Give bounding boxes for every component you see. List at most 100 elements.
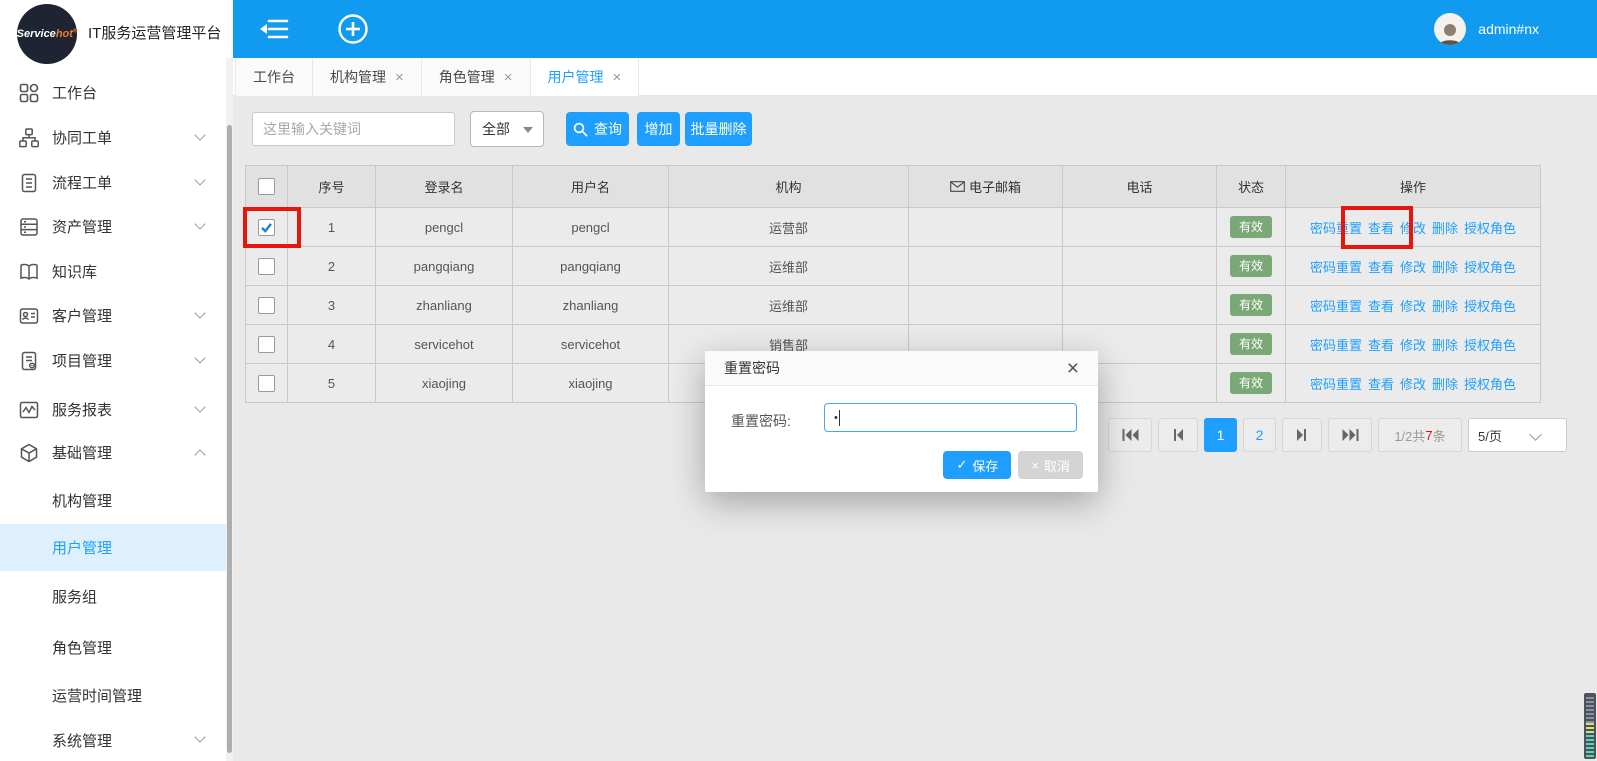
sidebar-item-operation-time[interactable]: 运营时间管理 [0,672,226,719]
sidebar-item-customer-management[interactable]: 客户管理 [0,293,226,338]
status-badge: 有效 [1230,294,1272,316]
cancel-button[interactable]: × 取消 [1018,451,1083,479]
query-button[interactable]: 查询 [566,112,629,146]
last-page-button[interactable] [1328,418,1372,452]
cell-username: zhanliang [513,286,669,325]
id-card-icon [19,306,39,326]
cell-seq: 4 [288,325,376,364]
row-checkbox[interactable] [258,336,275,353]
doc-gear-icon [19,351,39,371]
batch-delete-button[interactable]: 批量删除 [685,112,752,146]
reset-password-label: 重置密码: [731,411,791,431]
close-tab-icon[interactable]: × [613,70,622,85]
chevron-down-icon [194,401,205,412]
cube-icon [19,443,39,463]
row-checkbox[interactable] [258,375,275,392]
annotation-box-checkbox [243,207,301,248]
page-button-1[interactable]: 1 [1204,418,1237,452]
tab-user-management[interactable]: 用户管理 × [531,58,640,96]
chevron-up-icon [194,449,205,460]
reset-password-input[interactable]: • [824,403,1077,432]
app-title: IT服务运营管理平台 [88,22,221,43]
cell-phone [1063,286,1217,325]
sidebar-item-basic-management[interactable]: 基础管理 [0,430,226,475]
search-icon [573,122,588,137]
cell-username: pengcl [513,208,669,247]
prev-page-button[interactable] [1158,418,1198,452]
sidebar-scrollbar-thumb[interactable] [227,125,232,753]
sidebar-item-role-management[interactable]: 角色管理 [0,624,226,671]
close-icon[interactable]: × [1067,358,1079,379]
filter-select[interactable]: 全部 [470,111,544,147]
next-page-button[interactable] [1282,418,1322,452]
row-checkbox[interactable] [258,258,275,275]
sidebar-item-user-management[interactable]: 用户管理 [0,524,226,571]
cell-actions: 密码重置查看修改删除授权角色 [1286,247,1541,286]
brand: Servicehot® IT服务运营管理平台 [0,0,233,64]
search-input[interactable] [252,112,455,146]
action-link[interactable]: 修改 [1400,260,1426,275]
row-checkbox[interactable] [258,297,275,314]
save-button[interactable]: ✓ 保存 [943,451,1011,479]
action-link[interactable]: 查看 [1368,299,1394,314]
sidebar-item-service-group[interactable]: 服务组 [0,573,226,620]
select-all-checkbox[interactable] [258,178,275,195]
tab-role-management[interactable]: 角色管理 × [422,58,531,96]
cell-status: 有效 [1217,286,1286,325]
tab-workbench[interactable]: 工作台 [235,58,313,96]
add-button[interactable]: 增加 [637,112,680,146]
chevron-down-icon [194,129,205,140]
action-link[interactable]: 修改 [1400,377,1426,392]
action-link[interactable]: 授权角色 [1464,377,1516,392]
action-link[interactable]: 密码重置 [1310,338,1362,353]
action-link[interactable]: 删除 [1432,260,1458,275]
cell-login: pengcl [376,208,513,247]
sidebar-item-knowledge-base[interactable]: 知识库 [0,249,226,294]
action-link[interactable]: 授权角色 [1464,299,1516,314]
action-link[interactable]: 查看 [1368,377,1394,392]
sidebar-item-workbench[interactable]: 工作台 [0,70,226,115]
action-link[interactable]: 密码重置 [1310,299,1362,314]
action-link[interactable]: 授权角色 [1464,221,1516,236]
action-link[interactable]: 授权角色 [1464,260,1516,275]
sidebar-item-system-management[interactable]: 系统管理 [0,717,226,761]
sidebar-item-collab-orders[interactable]: 协同工单 [0,115,226,160]
chart-icon [19,400,39,420]
cell-status: 有效 [1217,325,1286,364]
action-link[interactable]: 删除 [1432,377,1458,392]
sidebar-item-org-management[interactable]: 机构管理 [0,477,226,524]
chevron-down-icon [194,307,205,318]
tab-org-management[interactable]: 机构管理 × [313,58,422,96]
col-org: 机构 [669,166,909,208]
new-item-icon[interactable] [337,13,369,45]
col-email: 电子邮箱 [909,166,1063,208]
action-link[interactable]: 删除 [1432,299,1458,314]
page-button-2[interactable]: 2 [1243,418,1276,452]
action-link[interactable]: 授权角色 [1464,338,1516,353]
modal-footer: ✓ 保存 × 取消 [943,451,1083,479]
sidebar-item-service-reports[interactable]: 服务报表 [0,387,226,432]
sidebar-item-asset-management[interactable]: 资产管理 [0,204,226,249]
servicehot-logo: Servicehot® [17,4,77,64]
modal-header: 重置密码 × [705,351,1098,386]
action-link[interactable]: 密码重置 [1310,377,1362,392]
action-link[interactable]: 删除 [1432,338,1458,353]
action-link[interactable]: 查看 [1368,338,1394,353]
action-link[interactable]: 修改 [1400,299,1426,314]
close-tab-icon[interactable]: × [395,70,404,85]
action-link[interactable]: 查看 [1368,260,1394,275]
collapse-menu-icon[interactable] [259,18,289,40]
action-link[interactable]: 删除 [1432,221,1458,236]
close-tab-icon[interactable]: × [504,70,513,85]
sidebar-item-project-management[interactable]: 项目管理 [0,338,226,383]
page-info: 1/2共7条 [1378,418,1462,452]
action-link[interactable]: 修改 [1400,338,1426,353]
sidebar-item-process-orders[interactable]: 流程工单 [0,160,226,205]
user-menu[interactable]: admin#nx [1434,13,1597,45]
status-badge: 有效 [1230,372,1272,394]
first-page-button[interactable] [1108,418,1152,452]
col-actions: 操作 [1286,166,1541,208]
action-link[interactable]: 密码重置 [1310,260,1362,275]
page-size-select[interactable]: 5/页 [1468,418,1567,452]
cell-org: 运维部 [669,286,909,325]
